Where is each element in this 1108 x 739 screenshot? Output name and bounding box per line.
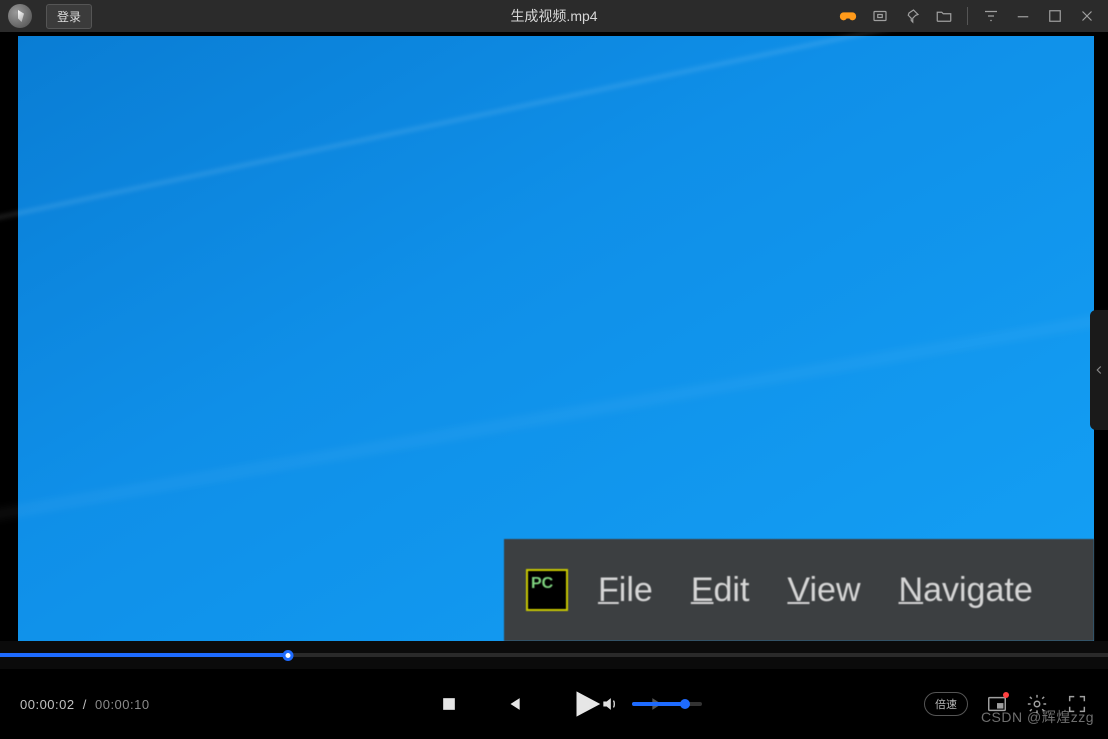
title-bar: 登录 生成视频.mp4	[0, 0, 1108, 32]
open-folder-icon[interactable]	[935, 7, 953, 25]
volume-fill	[632, 702, 685, 706]
titlebar-actions	[839, 7, 1108, 25]
progress-fill	[0, 653, 288, 657]
menu-edit: Edit	[691, 571, 750, 610]
settings-icon[interactable]	[1026, 693, 1048, 715]
pycharm-logo: PC	[526, 569, 568, 611]
notification-dot	[1003, 692, 1009, 698]
menu-file: File	[598, 571, 653, 610]
fullscreen-icon[interactable]	[1066, 693, 1088, 715]
video-frame: PC File Edit View Navigate	[18, 36, 1094, 641]
volume-icon[interactable]	[600, 694, 620, 714]
close-button[interactable]	[1078, 7, 1096, 25]
right-controls: 倍速	[924, 692, 1088, 716]
player-window: 登录 生成视频.mp4	[0, 0, 1108, 739]
volume-slider[interactable]	[632, 702, 702, 706]
login-button[interactable]: 登录	[46, 4, 92, 29]
time-display: 00:00:02 / 00:00:10	[20, 697, 150, 712]
pin-icon[interactable]	[903, 7, 921, 25]
time-separator: /	[83, 697, 87, 712]
playlist-expand-tab[interactable]	[1090, 310, 1108, 430]
video-content-menu: File Edit View Navigate	[598, 571, 1033, 610]
playback-speed-button[interactable]: 倍速	[924, 692, 968, 716]
progress-bar[interactable]	[0, 641, 1108, 669]
menu-view: View	[787, 571, 860, 610]
maximize-button[interactable]	[1046, 7, 1064, 25]
volume-control	[600, 694, 702, 714]
screenshot-icon[interactable]	[871, 7, 889, 25]
volume-thumb[interactable]	[680, 699, 690, 709]
minimize-button[interactable]	[1014, 7, 1032, 25]
control-bar: 00:00:02 / 00:00:10	[0, 669, 1108, 739]
pip-icon[interactable]	[986, 693, 1008, 715]
previous-button[interactable]	[503, 694, 523, 714]
separator	[967, 7, 968, 25]
menu-navigate: Navigate	[899, 571, 1033, 610]
stop-button[interactable]	[439, 694, 459, 714]
app-logo	[8, 4, 32, 28]
video-viewport[interactable]: PC File Edit View Navigate	[0, 32, 1108, 641]
gamepad-icon[interactable]	[839, 7, 857, 25]
video-content-menubar: PC File Edit View Navigate	[504, 539, 1094, 641]
current-time: 00:00:02	[20, 697, 75, 712]
progress-thumb[interactable]	[283, 650, 294, 661]
filter-icon[interactable]	[982, 7, 1000, 25]
duration: 00:00:10	[95, 697, 150, 712]
window-title: 生成视频.mp4	[510, 6, 597, 26]
